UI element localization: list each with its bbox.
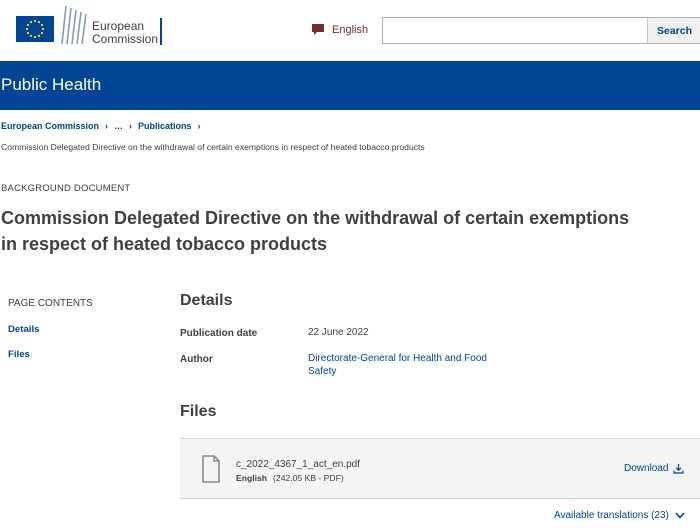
file-name: c_2022_4367_1_act_en.pdf xyxy=(236,459,361,470)
site-title[interactable]: Public Health xyxy=(1,75,101,95)
breadcrumb-current: Commission Delegated Directive on the wi… xyxy=(1,142,425,152)
files-heading: Files xyxy=(180,403,217,420)
download-label: Download xyxy=(624,463,669,474)
file-icon xyxy=(202,455,220,483)
search-input[interactable] xyxy=(383,18,647,43)
chevron-right-icon: › xyxy=(197,121,201,131)
download-button[interactable]: Download xyxy=(624,463,685,474)
language-label: English xyxy=(332,23,369,36)
breadcrumb: European Commission › … › Publications › xyxy=(1,121,207,131)
logo-divider xyxy=(160,18,162,45)
file-size: (242.05 KB - PDF) xyxy=(273,473,344,483)
page-contents-title: PAGE CONTENTS xyxy=(8,298,93,309)
author-label: Author xyxy=(180,354,213,365)
logo-line-2: Commission xyxy=(92,32,159,46)
toc-item-files[interactable]: Files xyxy=(8,349,30,360)
breadcrumb-item-ellipsis[interactable]: … xyxy=(114,121,123,131)
search-box: Search xyxy=(382,17,700,44)
logo-text: European Commission xyxy=(92,20,158,46)
document-type: BACKGROUND DOCUMENT xyxy=(1,183,131,194)
eu-flag-icon xyxy=(16,16,54,42)
breadcrumb-item-publications[interactable]: Publications xyxy=(138,121,192,131)
chevron-right-icon: › xyxy=(129,121,133,131)
details-heading: Details xyxy=(180,292,233,309)
file-card: c_2022_4367_1_act_en.pdf English (242.05 … xyxy=(180,438,700,499)
file-meta: English (242.05 KB - PDF) xyxy=(236,473,344,483)
speech-bubble-icon xyxy=(312,24,324,35)
site-banner: Public Health xyxy=(0,61,700,110)
berlaymont-icon xyxy=(61,5,87,45)
available-translations-toggle[interactable]: Available translations (23) xyxy=(554,510,685,521)
breadcrumb-item-european-commission[interactable]: European Commission xyxy=(1,121,99,131)
chevron-down-icon xyxy=(675,512,685,519)
chevron-right-icon: › xyxy=(105,121,109,131)
download-icon xyxy=(673,464,685,474)
file-language: English xyxy=(236,473,268,483)
language-selector[interactable]: English xyxy=(311,23,368,36)
translations-label: Available translations (23) xyxy=(554,510,669,521)
site-header: European Commission English Search xyxy=(0,0,700,61)
toc-item-details[interactable]: Details xyxy=(8,324,39,335)
page-title: Commission Delegated Directive on the wi… xyxy=(1,208,630,254)
publication-date-label: Publication date xyxy=(180,328,258,339)
publication-date-value: 22 June 2022 xyxy=(308,327,369,338)
european-commission-logo[interactable]: European Commission xyxy=(0,2,170,46)
search-button[interactable]: Search xyxy=(647,18,700,43)
author-link[interactable]: Directorate-General for Health and Food … xyxy=(308,352,508,378)
